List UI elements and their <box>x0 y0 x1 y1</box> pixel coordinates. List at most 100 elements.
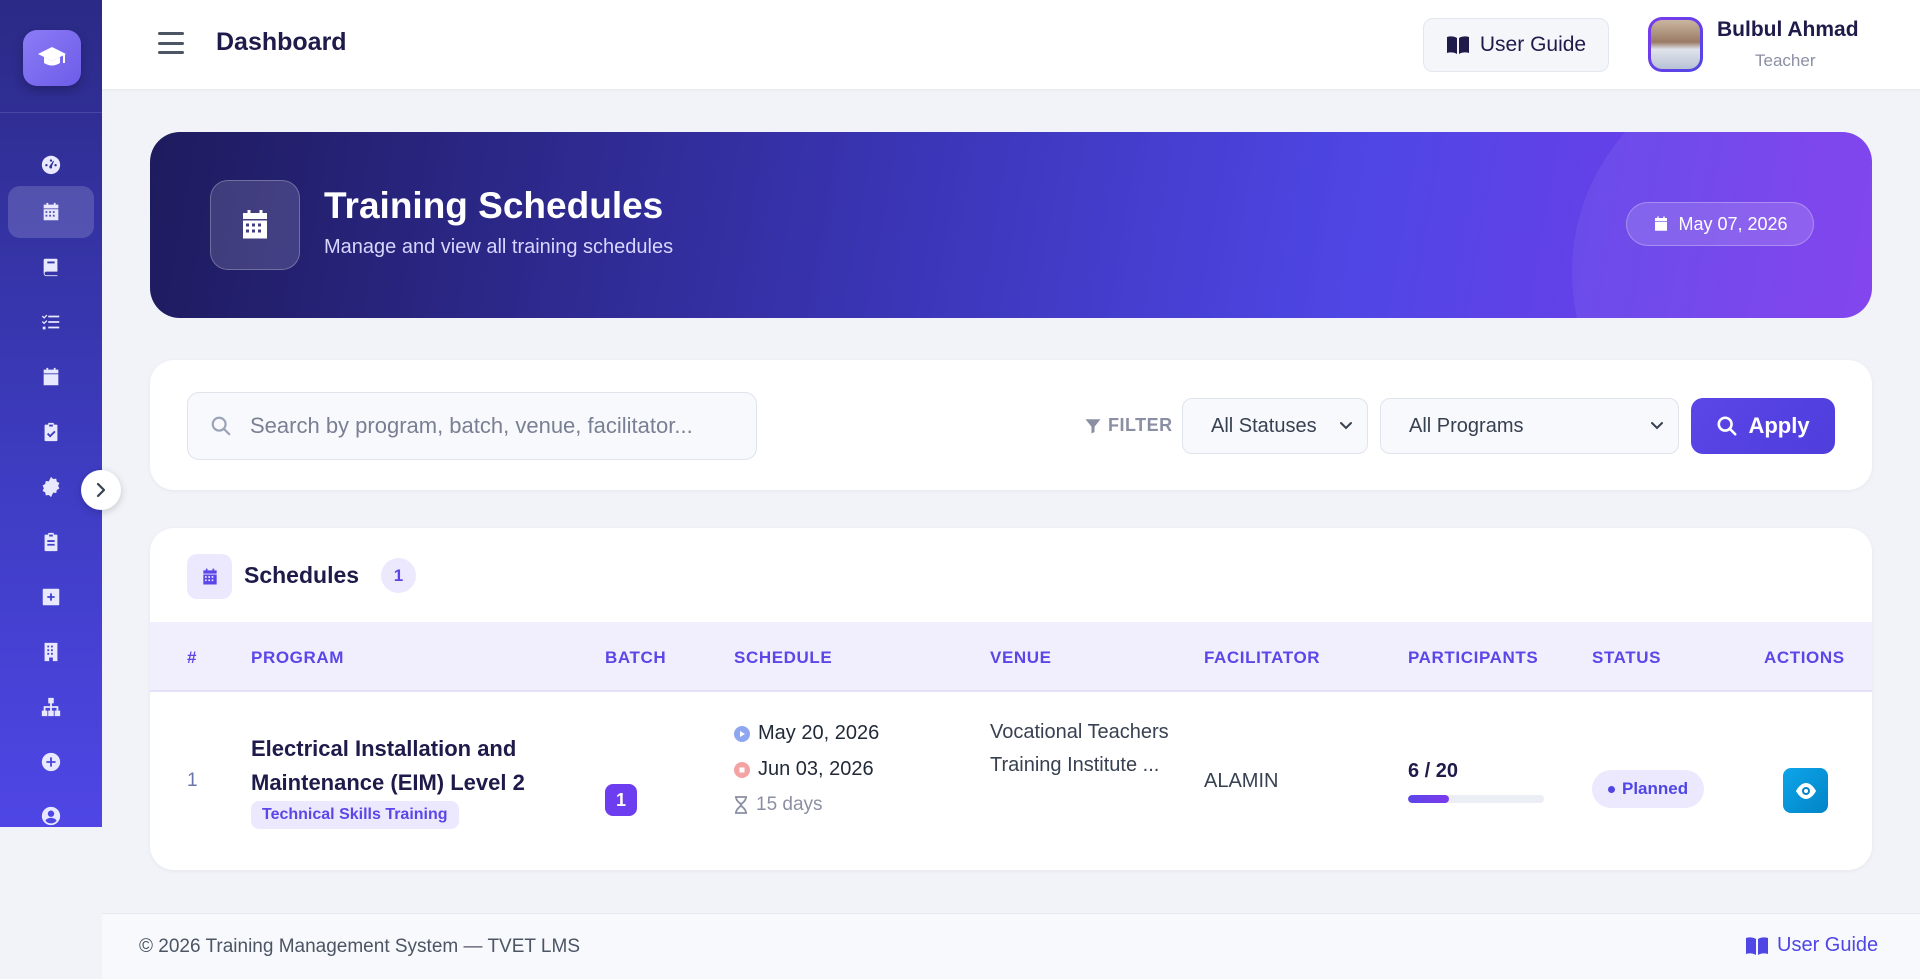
sidebar <box>0 0 102 827</box>
schedules-card: Schedules 1 # PROGRAM BATCH SCHEDULE VEN… <box>150 528 1872 870</box>
sidebar-item-attendance[interactable] <box>8 406 94 458</box>
calendar-icon <box>43 202 59 221</box>
user-name: Bulbul Ahmad <box>1717 18 1859 41</box>
certificate-icon <box>42 476 60 498</box>
book-open-icon <box>1746 936 1768 955</box>
user-circle-icon <box>41 806 61 826</box>
book-open-icon <box>1446 36 1469 54</box>
sidebar-item-dashboard[interactable] <box>8 138 94 190</box>
sidebar-item-assessments[interactable] <box>8 516 94 568</box>
search-icon <box>1717 416 1737 436</box>
sidebar-item-organization[interactable] <box>8 681 94 733</box>
facilitator: ALAMIN <box>1204 770 1279 792</box>
participants-progress-fill <box>1408 795 1449 803</box>
column-header-facilitator[interactable]: FACILITATOR <box>1204 648 1320 668</box>
hero-title: Training Schedules <box>324 185 664 226</box>
hero-banner: Training Schedules Manage and view all t… <box>150 132 1872 318</box>
clipboard-check-icon <box>44 422 58 442</box>
sidebar-item-profile[interactable] <box>8 791 94 827</box>
schedule-start: May 20, 2026 <box>734 722 879 745</box>
building-icon <box>44 642 58 662</box>
status-select[interactable]: All Statuses <box>1182 398 1368 454</box>
participants-progress <box>1408 795 1544 803</box>
search-input[interactable] <box>250 413 720 439</box>
filter-funnel-icon <box>1085 418 1101 433</box>
sidebar-expand-button[interactable] <box>81 470 121 510</box>
calendar-small-icon <box>1655 216 1668 231</box>
table-header: # PROGRAM BATCH SCHEDULE VENUE FACILITAT… <box>150 622 1872 692</box>
menu-icon[interactable] <box>158 32 184 54</box>
batch-badge: 1 <box>605 784 637 816</box>
program-name[interactable]: Electrical Installation and Maintenance … <box>251 732 571 800</box>
sidebar-item-courses[interactable] <box>8 241 94 293</box>
schedule-end: Jun 03, 2026 <box>734 758 874 781</box>
filter-label: FILTER <box>1084 415 1173 436</box>
apply-button[interactable]: Apply <box>1691 398 1835 454</box>
dashboard-gauge-icon <box>41 155 61 175</box>
chevron-down-icon <box>1340 422 1352 430</box>
tasks-list-icon <box>41 314 60 330</box>
hourglass-icon <box>735 796 747 814</box>
column-header-schedule[interactable]: SCHEDULE <box>734 648 832 668</box>
current-date: May 07, 2026 <box>1678 213 1788 234</box>
hero-calendar-icon <box>210 180 300 270</box>
sidebar-item-add[interactable] <box>8 571 94 623</box>
footer: © 2026 Training Management System — TVET… <box>102 913 1920 979</box>
user-guide-button[interactable]: User Guide <box>1423 18 1609 72</box>
apply-label: Apply <box>1748 413 1810 438</box>
top-header: Dashboard User Guide Bulbul Ahmad Teache… <box>102 0 1920 89</box>
filter-card: FILTER All Statuses All Programs Apply <box>150 360 1872 490</box>
table-row[interactable]: 1 Electrical Installation and Maintenanc… <box>150 692 1872 870</box>
clipboard-list-icon <box>44 532 58 552</box>
sidebar-item-calendar[interactable] <box>8 351 94 403</box>
sidebar-item-tasks[interactable] <box>8 296 94 348</box>
user-guide-label: User Guide <box>1479 33 1587 56</box>
play-circle-icon <box>734 725 750 742</box>
hero-subtitle: Manage and view all training schedules <box>324 236 674 258</box>
sidebar-item-schedules[interactable] <box>8 186 94 238</box>
schedules-calendar-icon <box>187 554 232 599</box>
column-header-participants[interactable]: PARTICIPANTS <box>1408 648 1538 668</box>
program-select-value: All Programs <box>1409 414 1524 437</box>
status-badge: Planned <box>1592 770 1705 808</box>
user-role: Teacher <box>1755 51 1816 70</box>
column-header-actions: ACTIONS <box>1764 648 1845 667</box>
book-icon <box>43 258 58 277</box>
duration: 15 days <box>756 794 823 815</box>
end-date: Jun 03, 2026 <box>758 758 874 780</box>
chevron-down-icon <box>1651 422 1663 430</box>
column-header-number: # <box>187 648 198 667</box>
venue: Vocational Teachers Training Institute .… <box>990 721 1169 776</box>
search-icon <box>211 416 231 436</box>
eye-icon <box>1795 782 1816 799</box>
stop-circle-icon <box>734 761 750 778</box>
view-button[interactable] <box>1783 768 1828 813</box>
sidebar-divider <box>0 112 102 113</box>
current-date-badge: May 07, 2026 <box>1626 202 1814 246</box>
program-select[interactable]: All Programs <box>1380 398 1679 454</box>
schedule-duration: 15 days <box>734 794 823 816</box>
schedules-title: Schedules <box>244 562 360 588</box>
participants-count: 6 / 20 <box>1408 760 1459 782</box>
start-date: May 20, 2026 <box>758 722 880 744</box>
row-number: 1 <box>187 770 198 791</box>
column-header-status[interactable]: STATUS <box>1592 648 1661 668</box>
footer-copyright: © 2026 Training Management System — TVET… <box>139 936 580 957</box>
status-label: Planned <box>1622 779 1689 798</box>
avatar[interactable] <box>1648 17 1703 72</box>
program-category-tag: Technical Skills Training <box>251 801 459 829</box>
column-header-batch[interactable]: BATCH <box>605 648 666 668</box>
graduation-cap-logo[interactable] <box>23 30 81 86</box>
calendar-day-icon <box>43 367 59 386</box>
page-title: Dashboard <box>216 28 347 56</box>
sitemap-icon <box>41 697 61 717</box>
status-select-value: All Statuses <box>1211 414 1317 437</box>
footer-user-guide-link[interactable]: User Guide <box>1745 934 1878 957</box>
schedules-count-badge: 1 <box>381 558 416 593</box>
column-header-program[interactable]: PROGRAM <box>251 648 344 668</box>
sidebar-item-institutes[interactable] <box>8 626 94 678</box>
sidebar-item-create[interactable] <box>8 736 94 788</box>
column-header-venue[interactable]: VENUE <box>990 648 1052 668</box>
plus-square-icon <box>42 588 60 606</box>
chevron-right-icon <box>96 482 106 498</box>
